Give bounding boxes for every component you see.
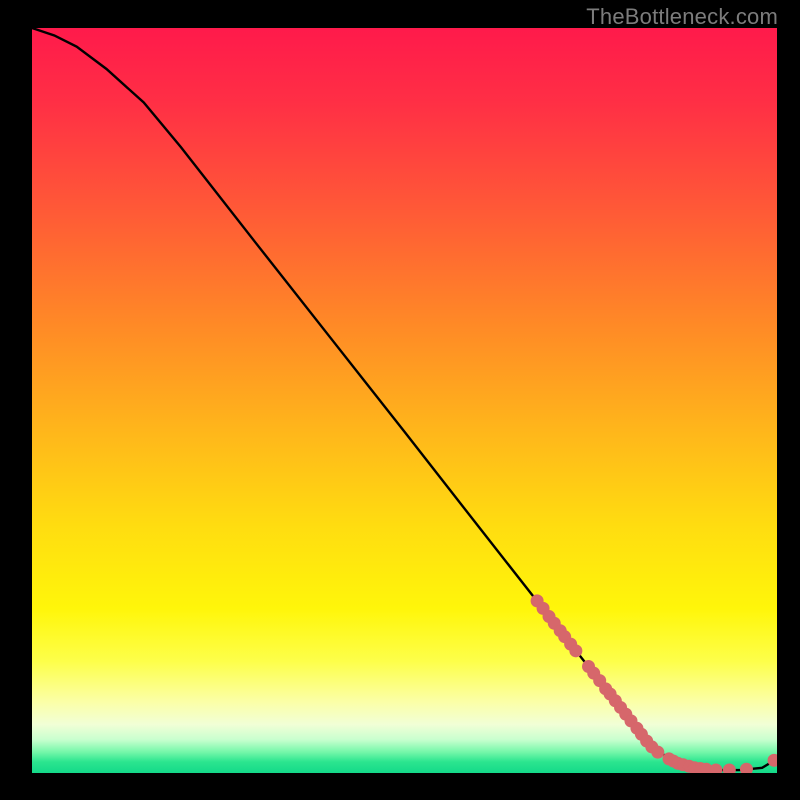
marker-point	[740, 763, 752, 773]
curve-markers	[531, 595, 777, 773]
marker-point	[723, 764, 735, 773]
marker-point	[570, 645, 582, 657]
plot-area	[32, 28, 777, 773]
chart-stage: TheBottleneck.com	[0, 0, 800, 800]
marker-point	[652, 746, 664, 758]
bottleneck-curve	[32, 28, 777, 770]
marker-point	[768, 754, 777, 766]
watermark-text: TheBottleneck.com	[586, 4, 778, 30]
marker-point	[710, 764, 722, 773]
chart-overlay	[32, 28, 777, 773]
